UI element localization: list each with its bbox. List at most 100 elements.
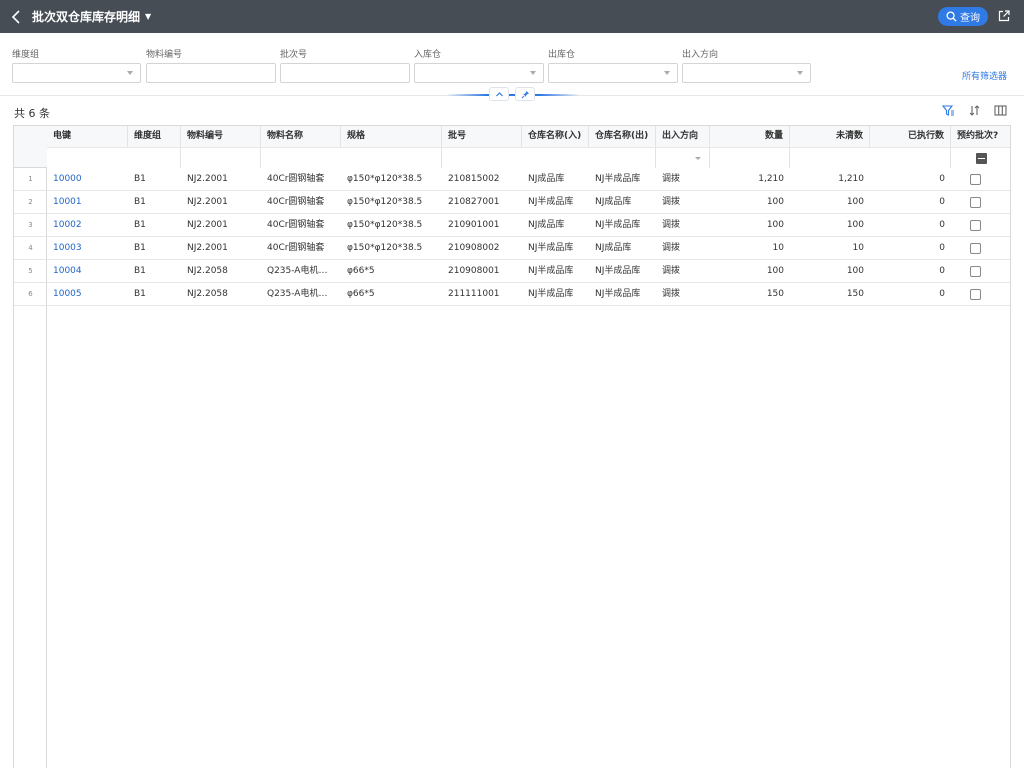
table-row[interactable]: 5 10004 B1 NJ2.2058 Q235-A电机链... φ66*5 2109080… xyxy=(14,260,1010,283)
columns-icon[interactable] xyxy=(994,104,1007,117)
direction-select[interactable] xyxy=(682,63,811,83)
reserve-batch-checkbox[interactable] xyxy=(970,220,981,231)
cell-warehouse-in: NJ半成品库 xyxy=(528,243,574,253)
cell-key[interactable]: 10004 xyxy=(47,260,128,282)
pin-filters-button[interactable] xyxy=(515,87,535,101)
cell-key[interactable]: 10003 xyxy=(47,237,128,259)
cell-warehouse-out: NJ半成品库 xyxy=(595,220,641,230)
table-row[interactable]: 4 10003 B1 NJ2.2001 40Cr圆钢轴套 φ150*φ120*38.5 21… xyxy=(14,237,1010,260)
column-header-reserve-batch[interactable]: 预约批次? xyxy=(951,126,1010,147)
cell-batch: 211111001 xyxy=(448,289,500,299)
top-bar: 批次双仓库库存明细 ▼ 查询 xyxy=(0,0,1024,33)
cell-warehouse-in: NJ半成品库 xyxy=(528,289,574,299)
reserve-batch-checkbox[interactable] xyxy=(970,243,981,254)
cell-dimension-group: B1 xyxy=(134,174,146,184)
column-filter-open-quantity[interactable] xyxy=(790,147,951,168)
cell-dimension-group: B1 xyxy=(134,289,146,299)
cell-executed: 0 xyxy=(939,243,945,253)
caret-down-icon[interactable]: ▼ xyxy=(145,12,151,21)
column-header-key[interactable]: 电键 xyxy=(47,126,128,147)
reserve-batch-checkbox[interactable] xyxy=(970,289,981,300)
table-row[interactable]: 1 10000 B1 NJ2.2001 40Cr圆钢轴套 φ150*φ120*38.5 21… xyxy=(14,168,1010,191)
cell-direction: 调拨 xyxy=(662,197,681,207)
dropdown-arrow-icon xyxy=(797,71,803,75)
column-header-item-number[interactable]: 物料编号 xyxy=(181,126,261,147)
query-button[interactable]: 查询 xyxy=(938,7,988,26)
table-row[interactable]: 3 10002 B1 NJ2.2001 40Cr圆钢轴套 φ150*φ120*38.5 21… xyxy=(14,214,1010,237)
column-filter-direction[interactable] xyxy=(656,147,710,168)
reserve-batch-checkbox[interactable] xyxy=(970,197,981,208)
cell-item-number: NJ2.2058 xyxy=(187,289,228,299)
column-filter-item-number[interactable] xyxy=(181,147,261,168)
data-grid: 电键 维度组 物料编号 物料名称 规格 批号 仓库名称(入) 仓库名称(出) 出… xyxy=(13,125,1011,768)
collapse-filters-button[interactable] xyxy=(489,87,509,101)
column-filter-batch[interactable] xyxy=(442,147,656,168)
column-header-open-quantity[interactable]: 未清数 xyxy=(790,126,870,147)
row-number: 3 xyxy=(28,221,33,229)
column-header-item-name[interactable]: 物料名称 xyxy=(261,126,341,147)
row-number: 1 xyxy=(28,175,33,183)
cell-key[interactable]: 10005 xyxy=(47,283,128,305)
cell-warehouse-out: NJ半成品库 xyxy=(595,174,641,184)
column-header-dimension-group[interactable]: 维度组 xyxy=(128,126,181,147)
indeterminate-checkbox[interactable] xyxy=(976,153,987,164)
column-header-warehouse-out[interactable]: 仓库名称(出) xyxy=(589,126,656,147)
cell-quantity: 1,210 xyxy=(758,174,784,184)
cell-dimension-group: B1 xyxy=(134,243,146,253)
dropdown-arrow-icon xyxy=(530,71,536,75)
row-number: 4 xyxy=(28,244,33,252)
dimension-group-select[interactable] xyxy=(12,63,141,83)
table-row[interactable]: 6 10005 B1 NJ2.2058 Q235-A电机链... φ66*5 2111110… xyxy=(14,283,1010,306)
cell-item-number: NJ2.2001 xyxy=(187,174,228,184)
cell-item-number: NJ2.2001 xyxy=(187,220,228,230)
cell-batch: 210908002 xyxy=(448,243,500,253)
cell-direction: 调拨 xyxy=(662,266,681,276)
reserve-batch-checkbox[interactable] xyxy=(970,174,981,185)
filter-label-in-warehouse: 入库仓 xyxy=(414,50,442,60)
dropdown-arrow-icon xyxy=(127,71,133,75)
cell-quantity: 100 xyxy=(766,266,784,276)
external-link-icon[interactable] xyxy=(998,10,1010,22)
cell-key[interactable]: 10000 xyxy=(47,168,128,190)
column-header-direction[interactable]: 出入方向 xyxy=(656,126,710,147)
chevron-left-icon xyxy=(11,9,20,24)
search-icon xyxy=(946,11,957,22)
reserve-batch-checkbox[interactable] xyxy=(970,266,981,277)
cell-executed: 0 xyxy=(939,197,945,207)
item-number-input[interactable] xyxy=(146,63,276,83)
cell-direction: 调拨 xyxy=(662,289,681,299)
column-header-spec[interactable]: 规格 xyxy=(341,126,442,147)
batch-number-input[interactable] xyxy=(280,63,410,83)
cell-key[interactable]: 10001 xyxy=(47,191,128,213)
column-filter-key[interactable] xyxy=(47,147,181,168)
in-warehouse-select[interactable] xyxy=(414,63,544,83)
cell-item-name: Q235-A电机链... xyxy=(267,289,337,299)
cell-direction: 调拨 xyxy=(662,243,681,253)
out-warehouse-select[interactable] xyxy=(548,63,678,83)
column-filter-item-name[interactable] xyxy=(261,147,442,168)
cell-spec: φ150*φ120*38.5 xyxy=(347,220,423,230)
cell-batch: 210827001 xyxy=(448,197,500,207)
column-header-quantity[interactable]: 数量 xyxy=(710,126,790,147)
sort-icon[interactable] xyxy=(968,104,981,117)
filter-icon[interactable] xyxy=(942,104,955,117)
cell-open-quantity: 100 xyxy=(846,197,864,207)
cell-open-quantity: 1,210 xyxy=(838,174,864,184)
cell-spec: φ150*φ120*38.5 xyxy=(347,197,423,207)
cell-quantity: 10 xyxy=(772,243,784,253)
column-header-warehouse-in[interactable]: 仓库名称(入) xyxy=(522,126,589,147)
cell-batch: 210901001 xyxy=(448,220,500,230)
cell-item-name: 40Cr圆钢轴套 xyxy=(267,174,325,184)
column-header-executed[interactable]: 已执行数 xyxy=(870,126,951,147)
cell-key[interactable]: 10002 xyxy=(47,214,128,236)
column-header-batch[interactable]: 批号 xyxy=(442,126,522,147)
cell-open-quantity: 10 xyxy=(852,243,864,253)
back-button[interactable] xyxy=(0,0,32,33)
column-filter-quantity[interactable] xyxy=(710,147,790,168)
cell-spec: φ66*5 xyxy=(347,289,375,299)
cell-open-quantity: 100 xyxy=(846,266,864,276)
table-row[interactable]: 2 10001 B1 NJ2.2001 40Cr圆钢轴套 φ150*φ120*38.5 21… xyxy=(14,191,1010,214)
cell-executed: 0 xyxy=(939,289,945,299)
collapse-indicator xyxy=(446,94,580,96)
all-filters-link[interactable]: 所有筛选器 xyxy=(962,69,1007,82)
